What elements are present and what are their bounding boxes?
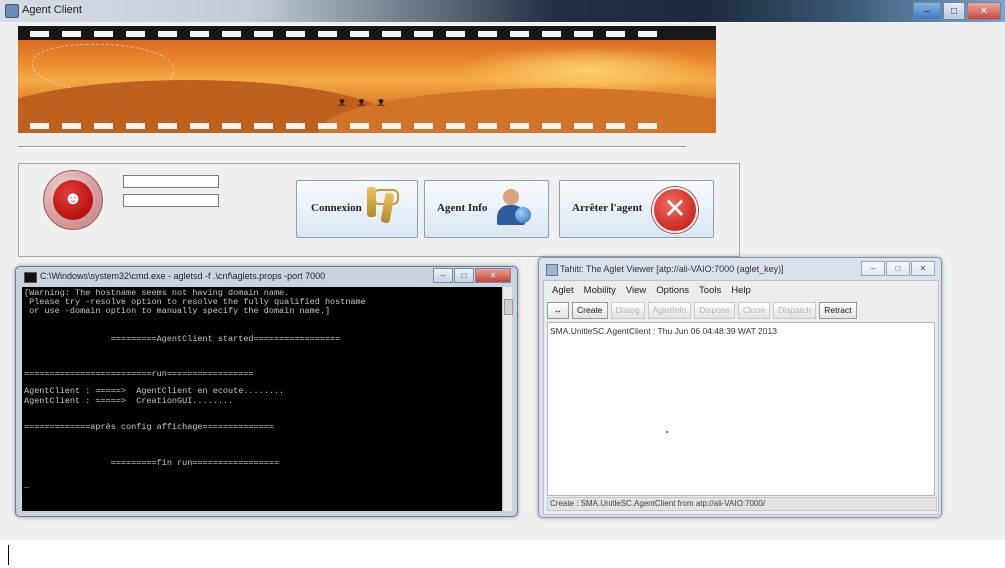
menu-options[interactable]: Options <box>656 285 689 296</box>
cmd-maximize-button[interactable]: □ <box>454 268 474 283</box>
retract-button[interactable]: Retract <box>819 301 857 319</box>
connexion-label: Connexion <box>311 202 362 214</box>
stop-agent-button[interactable]: Arrêter l'agent ✕ <box>559 180 714 238</box>
login-field[interactable] <box>123 175 219 188</box>
close-button[interactable]: ✕ <box>967 2 1001 20</box>
stop-agent-label: Arrêter l'agent <box>572 202 643 214</box>
maximize-button[interactable]: □ <box>943 2 965 20</box>
console-line: =========fin run================= <box>24 458 280 468</box>
cmd-window[interactable]: C:\Windows\system32\cmd.exe - agletsd -f… <box>15 266 518 517</box>
console-line: =========================run============… <box>24 369 254 379</box>
red-x-icon: ✕ <box>652 187 698 233</box>
camel-caravan: ᴥ ᴥ ᴥ <box>338 94 389 109</box>
tahiti-status-bar: Create : SMA.UnitleSC.AgentClient from a… <box>547 497 937 511</box>
keys-icon <box>367 187 401 231</box>
dialog-button[interactable]: Dialog <box>610 301 645 319</box>
cmd-title: C:\Windows\system32\cmd.exe - agletsd -f… <box>40 271 326 281</box>
java-app-icon <box>5 4 19 18</box>
login-panel: ☻ Connexion Agent Info Arrêter l'agent ✕ <box>18 163 740 257</box>
aglet-list[interactable]: SMA.UnitleSC.AgentClient : Thu Jun 06 04… <box>547 322 935 496</box>
user-avatar-icon: ☻ <box>43 170 103 230</box>
tahiti-icon <box>546 264 558 276</box>
menu-help[interactable]: Help <box>731 285 751 296</box>
cmd-window-controls: – □ ✕ <box>433 268 511 283</box>
connexion-button[interactable]: Connexion <box>296 180 418 238</box>
title-bar: Agent Client – □ ✕ <box>0 0 1005 22</box>
console-output[interactable]: [Warning: The hostname seems not having … <box>22 287 502 511</box>
tahiti-maximize-button[interactable]: □ <box>886 261 910 276</box>
create-button[interactable]: Create <box>572 301 608 319</box>
desert-banner-image: ᴥ ᴥ ᴥ <box>18 26 716 133</box>
tahiti-toolbar: ↔ Create Dialog AgletInfo Dispose Clone … <box>547 300 935 320</box>
menu-tools[interactable]: Tools <box>699 285 721 296</box>
cmd-icon <box>24 272 37 283</box>
console-line: =========AgentClient started============… <box>24 334 341 344</box>
film-strip-top <box>18 28 716 40</box>
cmd-minimize-button[interactable]: – <box>433 268 453 283</box>
scroll-thumb[interactable] <box>504 299 513 315</box>
user-globe-icon <box>495 189 535 229</box>
dispose-button[interactable]: Dispose <box>694 301 735 319</box>
window-title: Agent Client <box>22 4 82 16</box>
cmd-close-button[interactable]: ✕ <box>475 268 511 283</box>
separator <box>18 146 686 147</box>
tahiti-body: Aglet Mobility View Options Tools Help ↔… <box>543 280 939 515</box>
tahiti-title: Tahiti: The Aglet Viewer [atp://ali-VAIO… <box>560 264 784 274</box>
menu-mobility[interactable]: Mobility <box>584 285 616 296</box>
console-line: or use -domain option to manually specif… <box>24 306 331 316</box>
cmd-scrollbar[interactable] <box>502 287 513 511</box>
console-cursor: _ <box>24 480 30 490</box>
text-cursor <box>8 545 9 565</box>
desert-scene: ᴥ ᴥ ᴥ <box>18 40 716 133</box>
clone-button[interactable]: Clone <box>737 301 771 319</box>
password-field[interactable] <box>123 194 219 207</box>
arrows-icon[interactable]: ↔ <box>547 301 569 319</box>
window-controls: – □ ✕ <box>913 2 1001 20</box>
tahiti-menu-bar: Aglet Mobility View Options Tools Help <box>544 282 751 298</box>
menu-aglet[interactable]: Aglet <box>552 285 574 296</box>
tahiti-minimize-button[interactable]: – <box>861 261 885 276</box>
agent-info-button[interactable]: Agent Info <box>424 180 549 238</box>
agent-client-window: Agent Client – □ ✕ ᴥ ᴥ ᴥ ☻ Connexion Age… <box>0 0 1005 540</box>
minimize-button[interactable]: – <box>913 2 941 20</box>
cmd-title-bar[interactable]: C:\Windows\system32\cmd.exe - agletsd -f… <box>16 267 517 286</box>
dispatch-button[interactable]: Dispatch <box>773 301 817 319</box>
menu-view[interactable]: View <box>626 285 646 296</box>
tahiti-window[interactable]: Tahiti: The Aglet Viewer [atp://ali-VAIO… <box>538 257 942 518</box>
console-line: =============après config affichage=====… <box>24 422 274 432</box>
agent-info-label: Agent Info <box>437 202 488 214</box>
aglet-info-button[interactable]: AgletInfo <box>647 301 692 319</box>
tahiti-window-controls: – □ ✕ <box>861 261 935 276</box>
list-item[interactable]: SMA.UnitleSC.AgentClient : Thu Jun 06 04… <box>550 326 777 336</box>
console-line: AgentClient : =====> CreationGUI........ <box>24 396 234 406</box>
tahiti-close-button[interactable]: ✕ <box>911 261 935 276</box>
tahiti-title-bar[interactable]: Tahiti: The Aglet Viewer [atp://ali-VAIO… <box>539 258 941 280</box>
film-strip-bottom <box>18 120 716 132</box>
